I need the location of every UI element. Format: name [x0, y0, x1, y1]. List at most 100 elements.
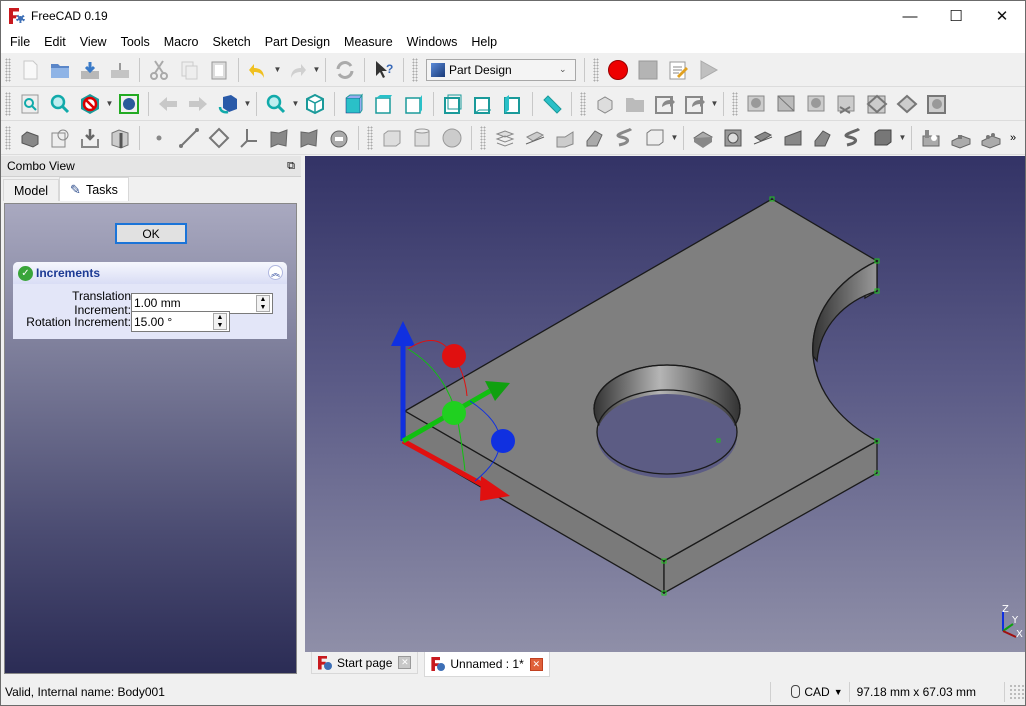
section-cut-icon[interactable] — [803, 90, 831, 118]
linear-pattern-icon[interactable] — [947, 124, 975, 152]
subtractive-helix-icon[interactable] — [839, 124, 867, 152]
cut-icon[interactable] — [145, 56, 173, 84]
remove-clip-icon[interactable] — [833, 90, 861, 118]
toolbar-grip[interactable] — [412, 57, 418, 82]
menu-file[interactable]: File — [3, 31, 37, 53]
revolution-icon[interactable] — [521, 124, 549, 152]
link-actions-dropdown[interactable]: ▼ — [710, 99, 719, 108]
whats-this-icon[interactable]: ? — [370, 56, 398, 84]
redo-dropdown[interactable]: ▼ — [312, 65, 321, 74]
additive-primitive-icon[interactable] — [641, 124, 669, 152]
doc-tab-start-page[interactable]: Start page ✕ — [311, 652, 419, 674]
groove-icon[interactable] — [749, 124, 777, 152]
maximize-button[interactable]: ☐ — [933, 1, 979, 31]
rotation-spin-arrows[interactable]: ▲ ▼ — [213, 313, 227, 330]
close-button[interactable]: ✕ — [979, 1, 1025, 31]
toolbar-overflow-button[interactable]: » — [1007, 124, 1019, 152]
subtractive-loft-icon[interactable] — [779, 124, 807, 152]
undo-dropdown[interactable]: ▼ — [273, 65, 282, 74]
close-tab-icon[interactable]: ✕ — [398, 656, 412, 669]
sync-view-dropdown[interactable]: ▼ — [243, 99, 252, 108]
minimize-button[interactable]: — — [887, 1, 933, 31]
part-model[interactable] — [403, 198, 879, 595]
spin-down-icon[interactable]: ▼ — [214, 322, 226, 330]
additive-box-icon[interactable] — [378, 124, 406, 152]
subtractive-primitive-icon[interactable] — [869, 124, 897, 152]
toolbar-grip[interactable] — [5, 91, 11, 116]
isometric-view-icon[interactable] — [301, 90, 329, 118]
menu-edit[interactable]: Edit — [37, 31, 73, 53]
right-view-icon[interactable] — [400, 90, 428, 118]
additive-pipe-icon[interactable] — [581, 124, 609, 152]
link-icon[interactable] — [651, 90, 679, 118]
record-macro-icon[interactable] — [604, 56, 632, 84]
fit-selection-icon[interactable] — [46, 90, 74, 118]
menu-sketch[interactable]: Sketch — [206, 31, 258, 53]
toolbar-grip[interactable] — [593, 57, 599, 82]
menu-macro[interactable]: Macro — [157, 31, 206, 53]
pocket-icon[interactable] — [689, 124, 717, 152]
navigation-style-selector[interactable]: CAD ▼ — [771, 685, 848, 699]
pad-icon[interactable] — [491, 124, 519, 152]
draw-style-dropdown[interactable]: ▼ — [105, 99, 114, 108]
additive-loft-icon[interactable] — [551, 124, 579, 152]
create-group-icon[interactable] — [621, 90, 649, 118]
spin-down-icon[interactable]: ▼ — [257, 304, 269, 312]
redo-icon[interactable] — [283, 56, 311, 84]
toolbar-grip[interactable] — [580, 91, 586, 116]
ok-button[interactable]: OK — [115, 223, 187, 244]
subtractive-pipe-icon[interactable] — [809, 124, 837, 152]
top-view-icon[interactable] — [370, 90, 398, 118]
z-axis-cone[interactable] — [391, 321, 415, 346]
close-tab-icon[interactable]: ✕ — [529, 657, 543, 671]
left-view-icon[interactable] — [499, 90, 527, 118]
datum-point-icon[interactable] — [145, 124, 173, 152]
copy-icon[interactable] — [175, 56, 203, 84]
menu-tools[interactable]: Tools — [114, 31, 157, 53]
back-icon[interactable] — [154, 90, 182, 118]
zoom-dropdown[interactable]: ▼ — [291, 99, 300, 108]
3d-viewport[interactable]: Z Y X — [305, 156, 1025, 652]
spin-up-icon[interactable]: ▲ — [214, 314, 226, 322]
zoom-icon[interactable] — [262, 90, 290, 118]
x-rotation-handle[interactable] — [442, 344, 466, 368]
3d-scene[interactable]: Z Y X — [305, 156, 1025, 652]
bottom-view-icon[interactable] — [469, 90, 497, 118]
front-view-icon[interactable] — [340, 90, 368, 118]
undo-icon[interactable] — [244, 56, 272, 84]
rotation-increment-field[interactable]: 15.00 ° ▲ ▼ — [131, 311, 230, 332]
clip-toggle-icon[interactable] — [863, 90, 891, 118]
clone-icon[interactable] — [106, 124, 134, 152]
subshape-binder-icon[interactable] — [295, 124, 323, 152]
menu-measure[interactable]: Measure — [337, 31, 400, 53]
polar-pattern-icon[interactable] — [977, 124, 1005, 152]
toolbar-grip[interactable] — [5, 57, 11, 82]
z-rotation-handle[interactable] — [491, 429, 515, 453]
additive-sphere-icon[interactable] — [438, 124, 466, 152]
toolbar-grip[interactable] — [480, 125, 486, 150]
datum-line-icon[interactable] — [175, 124, 203, 152]
bounding-box-icon[interactable] — [115, 90, 143, 118]
save-icon[interactable] — [76, 56, 104, 84]
tab-tasks[interactable]: ✎ Tasks — [59, 177, 129, 201]
create-sketch-icon[interactable] — [46, 124, 74, 152]
additive-cylinder-icon[interactable] — [408, 124, 436, 152]
open-file-icon[interactable] — [46, 56, 74, 84]
additive-helix-icon[interactable] — [611, 124, 639, 152]
new-file-icon[interactable] — [16, 56, 44, 84]
menu-view[interactable]: View — [73, 31, 114, 53]
resize-grip[interactable] — [1009, 683, 1025, 700]
datum-plane-icon[interactable] — [205, 124, 233, 152]
undock-icon[interactable]: ⧉ — [287, 160, 295, 173]
toolbar-grip[interactable] — [732, 91, 738, 116]
forward-icon[interactable] — [184, 90, 212, 118]
measure-distance-icon[interactable] — [538, 90, 566, 118]
toolbar-grip[interactable] — [367, 125, 373, 150]
collapse-icon[interactable]: ︽ — [268, 265, 283, 280]
body-icon[interactable] — [16, 124, 44, 152]
paste-icon[interactable] — [205, 56, 233, 84]
print-icon[interactable] — [106, 56, 134, 84]
draw-style-icon[interactable] — [76, 90, 104, 118]
fit-all-icon[interactable] — [16, 90, 44, 118]
doc-tab-unnamed[interactable]: Unnamed : 1* ✕ — [424, 652, 550, 677]
